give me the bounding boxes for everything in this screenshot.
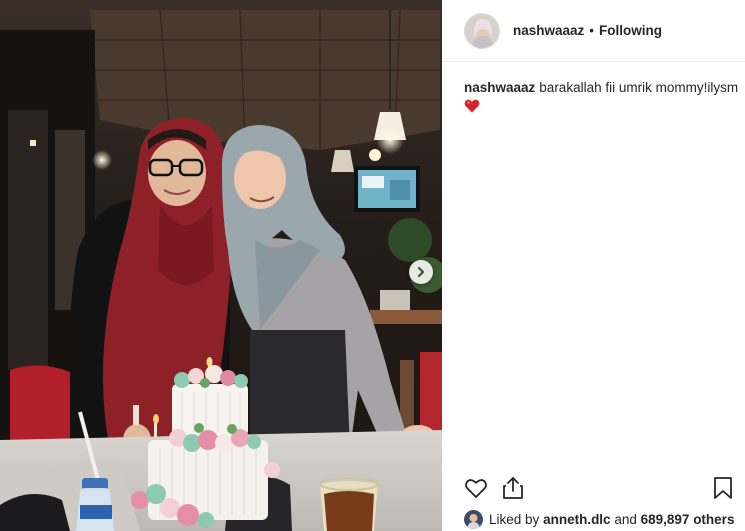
bookmark-icon [714,477,732,499]
post-photo[interactable] [0,0,442,531]
share-button[interactable] [501,476,525,505]
save-button[interactable] [712,476,734,505]
header-text: nashwaaaz • Following [513,23,662,38]
action-bar [464,476,734,502]
liker-username[interactable]: anneth.dlc [543,512,611,527]
avatar-image [465,13,499,48]
likes-summary: Liked by anneth.dlc and 689,897 others [464,508,744,530]
red-heart-icon [464,99,480,113]
photo-scene [0,0,442,531]
likes-count[interactable]: 689,897 others [641,512,735,527]
chevron-right-icon [418,267,424,277]
following-button[interactable]: Following [599,23,662,38]
next-photo-button[interactable] [409,260,433,284]
liked-by-prefix: Liked by [489,511,540,527]
caption-text: barakallah fii umrik mommy!ilysm [539,80,739,95]
instagram-post: nashwaaaz • Following nashwaaaz barakalla… [0,0,745,531]
heart-outline-icon [465,479,487,498]
author-username[interactable]: nashwaaaz [513,23,584,38]
post-header: nashwaaaz • Following [442,0,745,62]
caption-username[interactable]: nashwaaaz [464,80,535,95]
like-button[interactable] [464,476,488,505]
separator-dot: • [589,23,595,38]
profile-avatar[interactable] [464,12,500,49]
liked-by-and: and [614,511,637,527]
liker-avatar-image [464,509,483,529]
post-caption: nashwaaaz barakallah fii umrik mommy!ilys… [464,79,739,114]
share-icon [503,477,523,499]
post-sidebar: nashwaaaz • Following nashwaaaz barakalla… [442,0,745,531]
liker-avatar[interactable] [464,509,483,529]
